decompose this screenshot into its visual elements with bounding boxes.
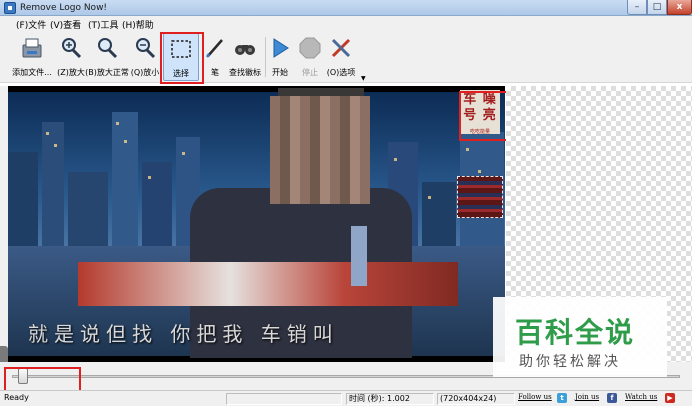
zoom-out-icon	[136, 38, 156, 59]
zoom-out-button[interactable]: (Q)放小	[131, 33, 159, 81]
status-time: 时间 (秒): 1.002	[346, 393, 434, 405]
stop-button[interactable]: 停止	[298, 33, 322, 81]
pixelated-face	[270, 96, 370, 204]
menu-view[interactable]: (V)查看	[50, 18, 81, 31]
watermark-title: 百科全说	[515, 316, 636, 349]
title-bar: Remove Logo Now! – □ x	[0, 0, 692, 16]
tools-icon	[331, 38, 351, 58]
status-ready: Ready	[4, 393, 29, 402]
maximize-button[interactable]: □	[647, 0, 667, 15]
play-icon	[273, 38, 289, 58]
selection-region[interactable]	[457, 176, 503, 218]
close-button[interactable]: x	[667, 0, 692, 15]
toolbar: 添加文件... (Z)放大 (B)放大正常 (Q)放小 选择 笔 查找徽标 开始…	[0, 31, 692, 83]
left-gutter	[0, 86, 8, 380]
join-us-link[interactable]: Join us	[575, 393, 599, 401]
menu-file[interactable]: (F)文件	[16, 18, 46, 31]
twitter-icon[interactable]: t	[557, 393, 567, 403]
zoom-normal-button[interactable]: (B)放大正常	[85, 33, 129, 81]
pen-icon	[205, 39, 223, 58]
minimize-button[interactable]: –	[627, 0, 647, 15]
status-bar: Ready 时间 (秒): 1.002 (720x404x24) Follow …	[0, 390, 692, 406]
anchor-tie	[351, 226, 367, 286]
youtube-icon[interactable]: ▶	[665, 393, 675, 403]
add-file-icon	[22, 38, 42, 58]
app-icon	[4, 2, 16, 14]
watch-us-link[interactable]: Watch us	[625, 393, 657, 401]
menu-tools[interactable]: (T)工具	[88, 18, 119, 31]
find-logo-button[interactable]: 查找徽标	[229, 33, 261, 81]
logo-highlight-box	[459, 91, 511, 141]
follow-us-link[interactable]: Follow us	[518, 393, 552, 401]
zoom-normal-icon	[98, 38, 118, 59]
status-dimensions: (720x404x24)	[437, 393, 515, 405]
options-button[interactable]: (O)选项	[327, 33, 355, 81]
menu-bar: (F)文件 (V)查看 (T)工具 (H)帮助	[0, 16, 692, 31]
video-subtitle: 就是说但找 你把我 车销叫	[28, 322, 339, 346]
status-blank	[226, 393, 342, 405]
menu-help[interactable]: (H)帮助	[122, 18, 154, 31]
desk-panel	[78, 262, 458, 306]
zoom-in-button[interactable]: (Z)放大	[57, 33, 85, 81]
zoom-in-icon	[62, 38, 82, 59]
binoculars-icon	[235, 45, 255, 55]
start-button[interactable]: 开始	[268, 33, 292, 81]
stop-icon	[299, 37, 321, 59]
facebook-icon[interactable]: f	[607, 393, 617, 403]
watermark-subtitle: 助你轻松解决	[519, 354, 621, 370]
select-highlight-box	[160, 32, 204, 84]
options-label: (O)选项	[326, 68, 356, 77]
add-file-button[interactable]: 添加文件...	[12, 33, 52, 81]
options-dropdown-icon[interactable]: ▼	[361, 75, 366, 82]
window-title: Remove Logo Now!	[20, 3, 108, 13]
video-preview[interactable]: 就是说但找 你把我 车销叫 车 噪 号 亮 吃吃能量	[8, 86, 505, 362]
watermark-overlay: 百科全说 助你轻松解决	[493, 297, 667, 377]
